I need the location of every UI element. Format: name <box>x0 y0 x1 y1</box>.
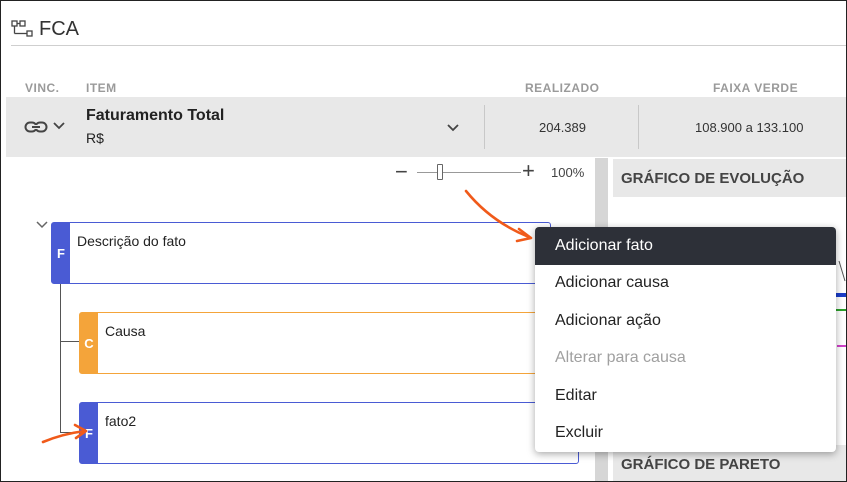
page-header: FCA <box>11 15 79 43</box>
panel-title-evolucao: GRÁFICO DE EVOLUÇÃO <box>613 159 846 197</box>
annotation-arrow-icon <box>41 423 88 444</box>
column-header-faixa-verde: FAIXA VERDE <box>713 81 799 95</box>
item-row: Faturamento Total R$ 204.389 108.900 a 1… <box>6 97 846 157</box>
chevron-down-icon[interactable] <box>52 119 66 133</box>
header-divider <box>11 45 846 46</box>
menu-item-alterar-para-causa: Alterar para causa <box>555 349 686 367</box>
tree-node-fato2[interactable]: F fato2 <box>79 402 579 464</box>
node-text: Causa <box>105 323 146 339</box>
zoom-in-button[interactable]: + <box>522 160 535 182</box>
menu-item-adicionar-causa[interactable]: Adicionar causa <box>535 265 836 303</box>
collapse-chevron-icon[interactable] <box>35 219 49 231</box>
node-text: Descrição do fato <box>77 233 186 249</box>
column-divider <box>638 105 639 149</box>
context-menu: Adicionar fato Adicionar causa Adicionar… <box>535 227 836 452</box>
zoom-slider-handle[interactable] <box>437 164 443 180</box>
realizado-value: 204.389 <box>539 120 586 135</box>
menu-item-adicionar-acao[interactable]: Adicionar ação <box>535 302 836 340</box>
page-title: FCA <box>39 17 79 40</box>
node-type-badge: C <box>80 313 98 373</box>
item-expand-chevron-icon[interactable] <box>446 121 460 135</box>
zoom-out-button[interactable]: − <box>395 161 408 183</box>
column-divider <box>484 105 485 149</box>
faixa-verde-value: 108.900 a 133.100 <box>695 120 804 135</box>
column-header-realizado: REALIZADO <box>525 81 600 95</box>
tree-connector <box>60 341 80 342</box>
column-header-vinc: VINC. <box>25 81 60 95</box>
annotation-arrow-icon <box>464 189 533 243</box>
node-text: fato2 <box>105 413 137 429</box>
tree-node-causa[interactable]: C Causa <box>79 312 579 374</box>
column-header-item: ITEM <box>86 81 117 95</box>
zoom-level: 100% <box>551 165 585 180</box>
menu-item-editar[interactable]: Editar <box>535 377 836 415</box>
item-title: Faturamento Total <box>86 107 225 124</box>
item-unit: R$ <box>86 130 104 146</box>
node-type-badge: F <box>52 223 70 283</box>
menu-item-excluir[interactable]: Excluir <box>535 415 836 453</box>
tree-connector <box>60 283 61 433</box>
zoom-slider-track[interactable] <box>417 172 521 173</box>
menu-item-adicionar-fato[interactable]: Adicionar fato <box>535 227 836 265</box>
app-window: FCA VINC. ITEM REALIZADO FAIXA VERDE Fat… <box>0 0 847 482</box>
link-icon[interactable] <box>24 117 48 137</box>
tree-structure-icon <box>11 20 33 37</box>
